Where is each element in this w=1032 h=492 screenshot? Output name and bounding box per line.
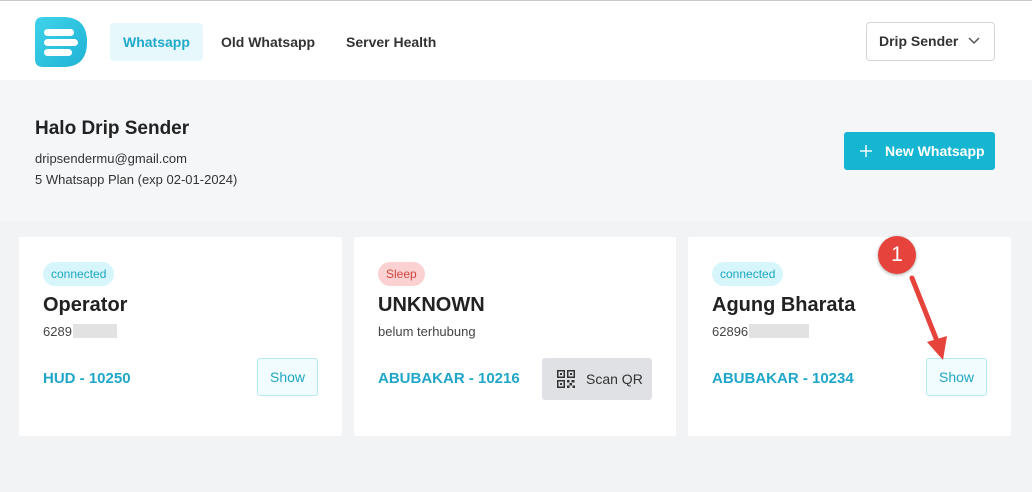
device-card: connected Agung Bharata 62896 ABUBAKAR -… (688, 237, 1011, 436)
status-badge: Sleep (378, 262, 425, 286)
device-phone-number: 6289 (43, 324, 72, 339)
scan-qr-label: Scan QR (586, 371, 643, 387)
device-host-link[interactable]: ABUBAKAR - 10216 (378, 370, 520, 387)
device-phone-number: 62896 (712, 324, 749, 339)
account-plan: 5 Whatsapp Plan (exp 02-01-2024) (35, 172, 238, 187)
device-name: UNKNOWN (378, 294, 485, 316)
user-menu-dropdown[interactable]: Drip Sender (866, 22, 995, 61)
user-menu-label: Drip Sender (879, 33, 959, 49)
device-host-link[interactable]: HUD - 10250 (43, 370, 131, 387)
device-name: Operator (43, 294, 128, 316)
new-whatsapp-label: New Whatsapp (885, 143, 985, 159)
top-navbar: Whatsapp Old Whatsapp Server Health Drip… (0, 1, 1032, 80)
status-badge: connected (43, 262, 115, 286)
show-button[interactable]: Show (257, 358, 318, 396)
redacted-phone-blur (72, 324, 117, 338)
device-phone: 6289 (43, 324, 117, 339)
device-phone: 62896 (712, 324, 810, 339)
qr-code-icon (557, 370, 575, 388)
tab-old-whatsapp[interactable]: Old Whatsapp (208, 23, 328, 61)
device-card: Sleep UNKNOWN belum terhubung ABUBAKAR -… (354, 237, 676, 436)
device-card: connected Operator 6289 HUD - 10250 Show (19, 237, 342, 436)
device-name: Agung Bharata (712, 294, 856, 316)
annotation-arrow-icon (909, 275, 947, 360)
annotation-step-badge: 1 (878, 236, 916, 274)
account-greeting: Halo Drip Sender (35, 118, 190, 139)
new-whatsapp-button[interactable]: New Whatsapp (844, 132, 995, 170)
account-summary: Halo Drip Sender dripsendermu@gmail.com … (0, 80, 1032, 221)
device-phone: belum terhubung (378, 324, 476, 339)
tab-whatsapp[interactable]: Whatsapp (110, 23, 203, 61)
scan-qr-button[interactable]: Scan QR (542, 358, 652, 400)
redacted-phone-blur (749, 324, 810, 338)
status-badge: connected (712, 262, 784, 286)
plus-icon (860, 145, 872, 157)
chevron-down-icon (968, 37, 980, 45)
device-host-link[interactable]: ABUBAKAR - 10234 (712, 370, 854, 387)
tab-server-health[interactable]: Server Health (333, 23, 449, 61)
drip-sender-logo[interactable] (35, 17, 87, 67)
account-email: dripsendermu@gmail.com (35, 151, 187, 166)
